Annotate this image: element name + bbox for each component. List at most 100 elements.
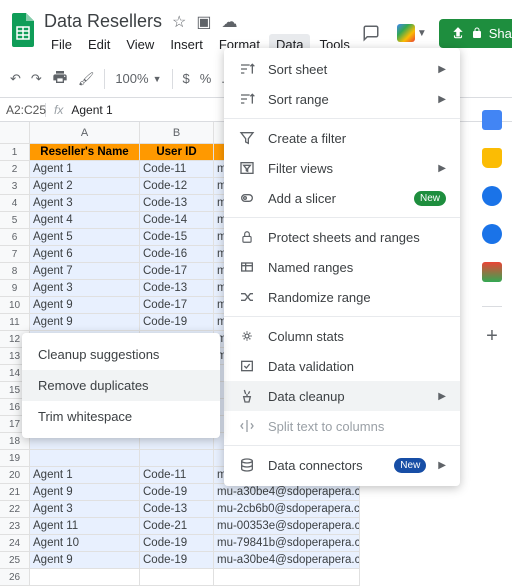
menu-item-filter-views[interactable]: Filter views▶ xyxy=(224,153,460,183)
doc-title[interactable]: Data Resellers xyxy=(44,11,162,32)
cell[interactable]: mu-a30be4@sdoperapera.com xyxy=(214,484,360,501)
name-box[interactable]: A2:C25 xyxy=(0,103,46,117)
col-head-B[interactable]: B xyxy=(140,122,214,144)
row-head[interactable]: 11 xyxy=(0,314,30,331)
cell[interactable] xyxy=(140,450,214,467)
row-head[interactable]: 2 xyxy=(0,161,30,178)
menu-item-create-a-filter[interactable]: Create a filter xyxy=(224,123,460,153)
currency-format[interactable]: $ xyxy=(183,71,190,86)
cell[interactable]: Code-11 xyxy=(140,467,214,484)
addons-plus-icon[interactable]: + xyxy=(486,325,498,348)
row-head[interactable]: 21 xyxy=(0,484,30,501)
cell[interactable]: Agent 9 xyxy=(30,484,140,501)
cell[interactable]: Agent 9 xyxy=(30,552,140,569)
row-head[interactable]: 3 xyxy=(0,178,30,195)
row-head[interactable]: 10 xyxy=(0,297,30,314)
move-icon[interactable]: ▣ xyxy=(196,12,211,32)
cell[interactable]: Code-19 xyxy=(140,552,214,569)
cell[interactable]: Agent 3 xyxy=(30,501,140,518)
cell[interactable]: Code-13 xyxy=(140,195,214,212)
menu-insert[interactable]: Insert xyxy=(163,34,210,55)
row-head[interactable]: 20 xyxy=(0,467,30,484)
cell[interactable] xyxy=(140,569,214,586)
menu-item-randomize-range[interactable]: Randomize range xyxy=(224,282,460,312)
cell[interactable]: Agent 5 xyxy=(30,229,140,246)
zoom-select[interactable]: 100%▼ xyxy=(115,71,161,86)
cell[interactable]: mu-2cb6b0@sdoperapera.com xyxy=(214,501,360,518)
cell[interactable]: Agent 1 xyxy=(30,467,140,484)
cell[interactable]: Code-13 xyxy=(140,280,214,297)
menu-item-data-connectors[interactable]: Data connectorsNew▶ xyxy=(224,450,460,480)
cell[interactable] xyxy=(214,569,360,586)
cloud-icon[interactable]: ☁ xyxy=(222,12,238,32)
menu-item-protect-sheets-and-ranges[interactable]: Protect sheets and ranges xyxy=(224,222,460,252)
cell[interactable]: Code-19 xyxy=(140,314,214,331)
menu-file[interactable]: File xyxy=(44,34,79,55)
cell[interactable]: Code-15 xyxy=(140,229,214,246)
meet-button[interactable]: ▼ xyxy=(393,22,431,44)
cell[interactable]: Code-11 xyxy=(140,161,214,178)
menu-item-add-a-slicer[interactable]: Add a slicerNew xyxy=(224,183,460,213)
cell[interactable]: Agent 3 xyxy=(30,280,140,297)
row-head[interactable]: 24 xyxy=(0,535,30,552)
row-head[interactable]: 8 xyxy=(0,263,30,280)
row-head[interactable]: 1 xyxy=(0,144,30,161)
row-head[interactable]: 19 xyxy=(0,450,30,467)
paint-icon[interactable]: 🖌 xyxy=(78,71,95,87)
cell[interactable]: Agent 1 xyxy=(30,161,140,178)
row-head[interactable]: 9 xyxy=(0,280,30,297)
cell[interactable]: Agent 3 xyxy=(30,195,140,212)
row-head[interactable]: 6 xyxy=(0,229,30,246)
cell[interactable]: Code-19 xyxy=(140,484,214,501)
cell[interactable]: Agent 11 xyxy=(30,518,140,535)
row-head[interactable]: 26 xyxy=(0,569,30,586)
menu-item-sort-sheet[interactable]: Sort sheet▶ xyxy=(224,54,460,84)
menu-view[interactable]: View xyxy=(119,34,161,55)
sheets-logo-icon[interactable] xyxy=(10,13,36,53)
keep-icon[interactable] xyxy=(482,148,502,168)
cell[interactable]: Code-21 xyxy=(140,518,214,535)
row-head[interactable]: 22 xyxy=(0,501,30,518)
menu-item-data-cleanup[interactable]: Data cleanup▶ xyxy=(224,381,460,411)
print-icon[interactable] xyxy=(52,69,68,88)
cell[interactable]: Code-13 xyxy=(140,501,214,518)
formula-bar[interactable]: Agent 1 xyxy=(71,103,112,117)
cell[interactable]: Agent 6 xyxy=(30,246,140,263)
tasks-icon[interactable] xyxy=(482,186,502,206)
row-head[interactable]: 23 xyxy=(0,518,30,535)
share-button[interactable]: Share xyxy=(439,19,512,48)
menu-item-named-ranges[interactable]: Named ranges xyxy=(224,252,460,282)
cell[interactable]: Code-17 xyxy=(140,263,214,280)
cell[interactable] xyxy=(30,569,140,586)
submenu-trim-whitespace[interactable]: Trim whitespace xyxy=(22,401,220,432)
submenu-remove-duplicates[interactable]: Remove duplicates xyxy=(22,370,220,401)
row-head[interactable]: 25 xyxy=(0,552,30,569)
cell[interactable]: Code-19 xyxy=(140,535,214,552)
cell[interactable]: Code-17 xyxy=(140,297,214,314)
cell[interactable] xyxy=(30,450,140,467)
menu-edit[interactable]: Edit xyxy=(81,34,117,55)
cell[interactable]: Code-16 xyxy=(140,246,214,263)
col-head-A[interactable]: A xyxy=(30,122,140,144)
percent-format[interactable]: % xyxy=(200,71,212,86)
row-head[interactable]: 7 xyxy=(0,246,30,263)
menu-item-column-stats[interactable]: Column stats xyxy=(224,321,460,351)
menu-item-data-validation[interactable]: Data validation xyxy=(224,351,460,381)
cell[interactable]: Agent 2 xyxy=(30,178,140,195)
redo-icon[interactable]: ↷ xyxy=(31,71,42,87)
submenu-cleanup-suggestions[interactable]: Cleanup suggestions xyxy=(22,339,220,370)
maps-icon[interactable] xyxy=(482,262,502,282)
cell[interactable]: Code-14 xyxy=(140,212,214,229)
cell[interactable]: Agent 7 xyxy=(30,263,140,280)
cell[interactable]: Agent 9 xyxy=(30,314,140,331)
row-head[interactable]: 5 xyxy=(0,212,30,229)
cell[interactable]: mu-00353e@sdoperapera.com xyxy=(214,518,360,535)
cell[interactable]: Agent 10 xyxy=(30,535,140,552)
contacts-icon[interactable] xyxy=(482,224,502,244)
comments-icon[interactable] xyxy=(357,19,385,47)
header-cell[interactable]: Reseller's Name xyxy=(30,144,140,161)
star-icon[interactable]: ☆ xyxy=(172,12,186,32)
header-cell[interactable]: User ID xyxy=(140,144,214,161)
row-head[interactable]: 4 xyxy=(0,195,30,212)
cell[interactable]: Agent 9 xyxy=(30,297,140,314)
